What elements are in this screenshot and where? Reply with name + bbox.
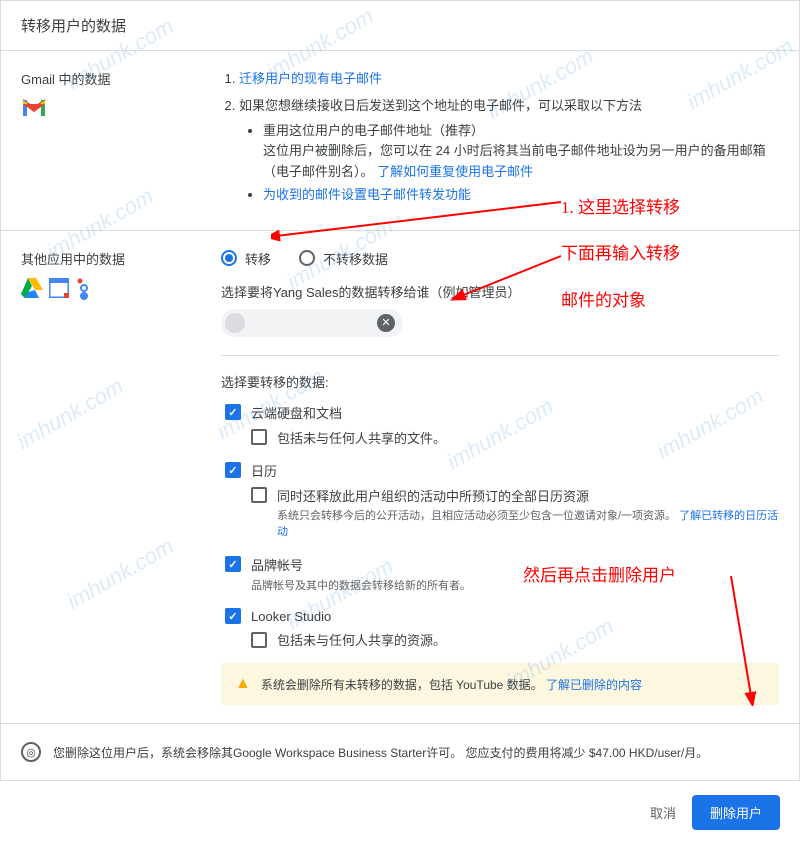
license-icon: ◎: [21, 742, 41, 762]
avatar-icon: [225, 313, 245, 333]
cancel-button[interactable]: 取消: [650, 803, 676, 822]
radio-no-transfer[interactable]: [299, 250, 315, 266]
divider: [221, 355, 779, 356]
chip-remove-icon[interactable]: ✕: [377, 314, 395, 332]
radio-transfer[interactable]: [221, 250, 237, 266]
checkbox-calendar[interactable]: [225, 462, 241, 478]
calendar-label: 日历: [251, 461, 277, 480]
footer-text: 您删除这位用户后，系统会移除其Google Workspace Business…: [53, 744, 708, 761]
warning-box: ▲ 系统会删除所有未转移的数据，包括 YouTube 数据。 了解已删除的内容: [221, 663, 779, 705]
transfer-to-label: 选择要将Yang Sales的数据转移给谁（例如管理员）: [221, 282, 779, 301]
warning-text: 系统会删除所有未转移的数据，包括 YouTube 数据。: [261, 678, 543, 692]
delete-user-button[interactable]: 删除用户: [692, 795, 780, 830]
gmail-bullet1: 重用这位用户的电子邮件地址（推荐） 这位用户被删除后，您可以在 24 小时后将其…: [263, 121, 779, 183]
gmail-section: Gmail 中的数据 迁移用户的现有电子邮件 如果您想继续接收日后发送到这个地址…: [1, 51, 799, 231]
apps-section: 其他应用中的数据 转移 不转移数据 选择要将Yang Sales的数据转移给谁（…: [1, 231, 799, 725]
warning-icon: ▲: [235, 675, 251, 693]
gmail-item2-text: 如果您想继续接收日后发送到这个地址的电子邮件，可以采取以下方法: [239, 98, 642, 113]
recipient-chip[interactable]: ✕: [221, 309, 403, 337]
apps-section-title: 其他应用中的数据: [21, 249, 221, 268]
looker-sub-label: 包括未与任何人共享的资源。: [277, 630, 446, 649]
brand-label: 品牌帐号: [251, 555, 303, 574]
checkbox-looker[interactable]: [225, 608, 241, 624]
drive-icon: [21, 278, 43, 303]
checkbox-looker-unshared[interactable]: [251, 632, 267, 648]
select-data-title: 选择要转移的数据:: [221, 372, 779, 391]
footer-row: ◎ 您删除这位用户后，系统会移除其Google Workspace Busine…: [1, 724, 799, 780]
checkbox-drive[interactable]: [225, 404, 241, 420]
calendar-icon: [49, 278, 69, 303]
action-bar: 取消 删除用户: [0, 781, 800, 844]
reuse-email-link[interactable]: 了解如何重复使用电子邮件: [377, 164, 533, 179]
looker-icon: [75, 278, 93, 303]
brand-hint: 品牌帐号及其中的数据会转移给新的所有者。: [251, 578, 779, 595]
migrate-email-link[interactable]: 迁移用户的现有电子邮件: [239, 71, 382, 86]
calendar-sub-label: 同时还释放此用户组织的活动中所预订的全部日历资源: [277, 486, 589, 505]
dialog-header: 转移用户的数据: [1, 1, 799, 51]
radio-no-transfer-label: 不转移数据: [323, 249, 388, 268]
calendar-hint: 系统只会转移今后的公开活动，且相应活动必须至少包含一位邀请对象/一项资源。: [277, 510, 676, 522]
checkbox-calendar-release[interactable]: [251, 487, 267, 503]
gmail-section-title: Gmail 中的数据: [21, 69, 221, 88]
warning-link[interactable]: 了解已删除的内容: [546, 678, 642, 692]
checkbox-drive-unshared[interactable]: [251, 429, 267, 445]
dialog-title: 转移用户的数据: [21, 18, 126, 35]
drive-label: 云端硬盘和文档: [251, 403, 342, 422]
looker-label: Looker Studio: [251, 609, 331, 624]
gmail-icon: [21, 98, 47, 121]
drive-sub-label: 包括未与任何人共享的文件。: [277, 428, 446, 447]
forwarding-link[interactable]: 为收到的邮件设置电子邮件转发功能: [263, 187, 471, 202]
checkbox-brand[interactable]: [225, 556, 241, 572]
radio-transfer-label: 转移: [245, 249, 271, 268]
